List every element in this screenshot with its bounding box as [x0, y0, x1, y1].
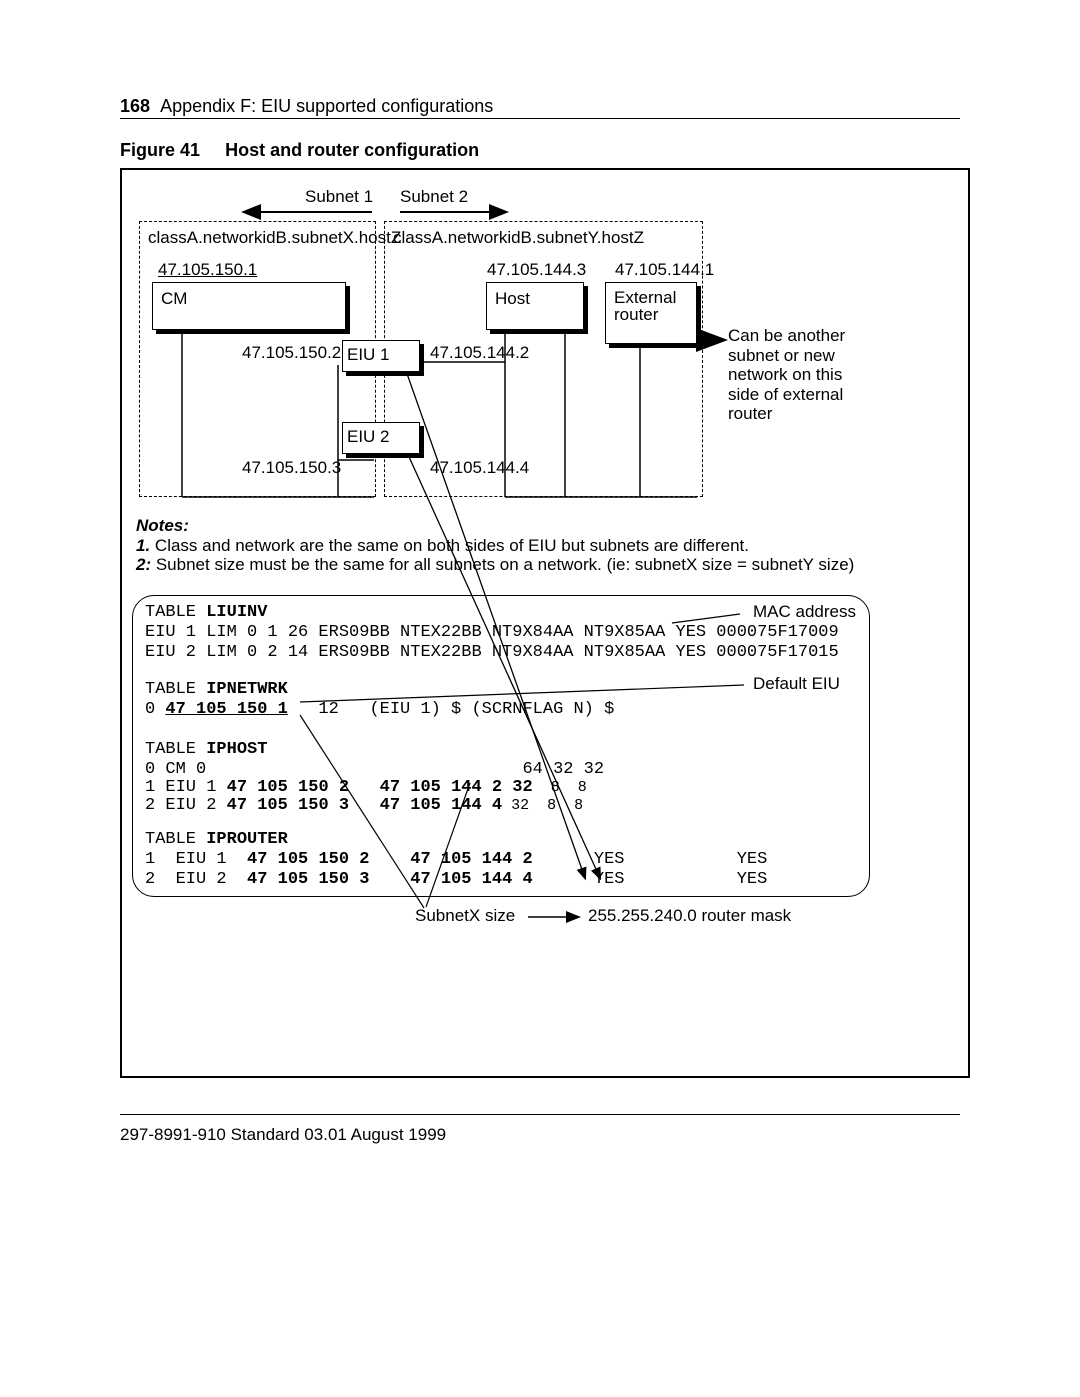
header-rule: [120, 118, 960, 119]
subnet1-label: Subnet 1: [305, 187, 373, 207]
side-note-l3: network on this: [728, 365, 845, 385]
figure-label: Figure 41: [120, 140, 200, 160]
subnetx-size-callout: SubnetX size: [415, 906, 515, 926]
side-note-l1: Can be another: [728, 326, 845, 346]
notes-block: Notes: 1. Class and network are the same…: [136, 516, 944, 575]
eiu1-right-ip: 47.105.144.2: [430, 343, 529, 363]
note2-text: Subnet size must be the same for all sub…: [151, 555, 854, 574]
page: 168 Appendix F: EIU supported configurat…: [0, 0, 1080, 1397]
footer-text: 297-8991-910 Standard 03.01 August 1999: [120, 1125, 446, 1145]
notes-heading: Notes:: [136, 516, 189, 535]
eiu2-label: EIU 2: [347, 427, 390, 447]
iprouter-title: TABLE IPROUTER: [145, 830, 288, 849]
page-number: 168: [120, 96, 150, 116]
eiu2-right-ip: 47.105.144.4: [430, 458, 529, 478]
router-mask-callout: 255.255.240.0 router mask: [588, 906, 791, 926]
figure-caption: Figure 41 Host and router configuration: [120, 140, 479, 161]
eiu2-box: EIU 2: [342, 422, 420, 454]
iprouter-row2: 2 EIU 2 47 105 150 3 47 105 144 4 YES YE…: [145, 870, 767, 889]
note1-lead: 1.: [136, 536, 150, 555]
default-eiu-callout: Default EIU: [753, 674, 840, 694]
side-note-l5: router: [728, 404, 845, 424]
side-note-l4: side of external: [728, 385, 845, 405]
classA-left: classA.networkidB.subnetX.hostZ: [148, 228, 401, 248]
classA-right: classA.networkidB.subnetY.hostZ: [393, 228, 644, 248]
eiu1-label: EIU 1: [347, 345, 390, 365]
cm-label: CM: [161, 289, 187, 309]
note2-lead: 2:: [136, 555, 151, 574]
cm-box: CM: [152, 282, 346, 330]
iprouter-row1: 1 EIU 1 47 105 150 2 47 105 144 2 YES YE…: [145, 850, 767, 869]
liuinv-row2: EIU 2 LIM 0 2 14 ERS09BB NTEX22BB NT9X84…: [145, 643, 839, 662]
host-ip: 47.105.144.3: [487, 260, 586, 280]
page-header: 168 Appendix F: EIU supported configurat…: [120, 96, 493, 117]
eiu2-left-ip: 47.105.150.3: [242, 458, 341, 478]
liuinv-row1: EIU 1 LIM 0 1 26 ERS09BB NTEX22BB NT9X84…: [145, 623, 839, 642]
subnet2-label: Subnet 2: [400, 187, 468, 207]
iphost-title: TABLE IPHOST: [145, 740, 267, 759]
mac-address-callout: MAC address: [753, 602, 856, 622]
side-note: Can be another subnet or new network on …: [728, 326, 845, 424]
host-box: Host: [486, 282, 584, 330]
eiu1-left-ip: 47.105.150.2: [242, 343, 341, 363]
ext-router-l2: router: [614, 306, 658, 323]
liuinv-title: TABLE LIUINV: [145, 603, 267, 622]
note1-text: Class and network are the same on both s…: [150, 536, 749, 555]
appendix-text: Appendix F: EIU supported configurations: [160, 96, 493, 116]
footer-rule: [120, 1114, 960, 1115]
ext-router-ip: 47.105.144.1: [615, 260, 714, 280]
iphost-row1: 1 EIU 1 47 105 150 2 47 105 144 2 32 8 8: [145, 778, 587, 797]
side-note-l2: subnet or new: [728, 346, 845, 366]
figure-title: Host and router configuration: [225, 140, 479, 160]
cm-ip: 47.105.150.1: [158, 260, 257, 280]
ext-router-box: External router: [605, 282, 697, 344]
host-label: Host: [495, 289, 530, 309]
eiu1-box: EIU 1: [342, 340, 420, 372]
ipnetwrk-row: 0 47 105 150 1 12 (EIU 1) $ (SCRNFLAG N)…: [145, 700, 614, 719]
iphost-row0: 0 CM 0 64 32 32: [145, 760, 604, 779]
ipnetwrk-title: TABLE IPNETWRK: [145, 680, 288, 699]
ext-router-l1: External: [614, 289, 676, 306]
iphost-row2: 2 EIU 2 47 105 150 3 47 105 144 4 32 8 8: [145, 796, 583, 815]
